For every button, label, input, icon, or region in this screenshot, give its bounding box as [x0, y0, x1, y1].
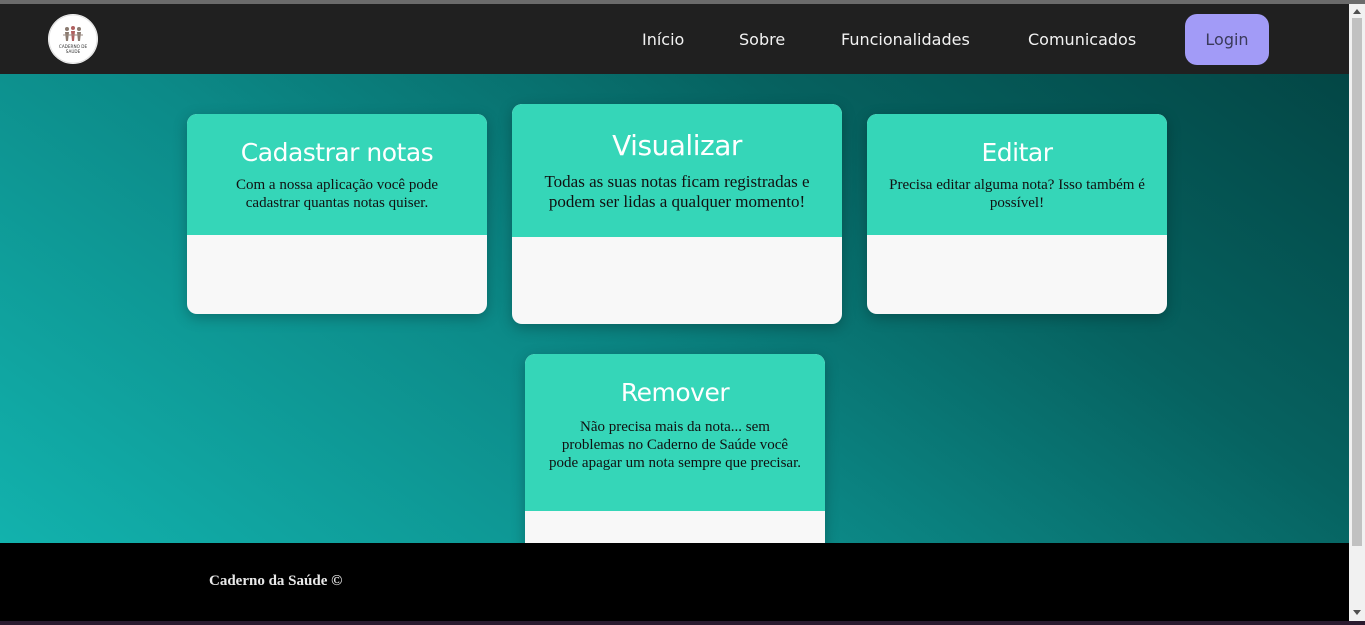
scroll-down-arrow-icon[interactable] [1353, 610, 1361, 615]
card-header: Remover Não precisa mais da nota... sem … [525, 354, 825, 511]
footer-copyright: Caderno da Saúde © [209, 573, 343, 589]
footer: Caderno da Saúde © [0, 543, 1349, 621]
card-title: Visualizar [612, 129, 742, 162]
card-text: Não precisa mais da nota... sem problema… [549, 419, 801, 471]
feature-card-cadastrar: Cadastrar notas Com a nossa aplicação vo… [187, 114, 487, 314]
nav-link-sobre[interactable]: Sobre [739, 29, 785, 51]
card-text: Com a nossa aplicação você pode cadastra… [235, 177, 438, 211]
feature-card-remover: Remover Não precisa mais da nota... sem … [525, 354, 825, 543]
features-section: Cadastrar notas Com a nossa aplicação vo… [0, 74, 1349, 543]
nav-link-comunicados[interactable]: Comunicados [1028, 29, 1136, 51]
main-nav: Início Sobre Funcionalidades Comunicados [0, 4, 1349, 74]
scrollbar-thumb[interactable] [1352, 18, 1362, 546]
login-button[interactable]: Login [1185, 14, 1269, 65]
card-header: Editar Precisa editar alguma nota? Isso … [867, 114, 1167, 235]
window-bottom-border [0, 621, 1365, 625]
nav-link-funcionalidades[interactable]: Funcionalidades [841, 29, 970, 51]
page: CADERNO DE SAÚDE Início Sobre Funcionali… [0, 4, 1349, 621]
card-title: Remover [620, 378, 730, 407]
card-header: Cadastrar notas Com a nossa aplicação vo… [187, 114, 487, 235]
card-text: Todas as suas notas ficam registradas e … [544, 172, 810, 211]
card-text: Precisa editar alguma nota? Isso também … [889, 177, 1145, 211]
card-header: Visualizar Todas as suas notas ficam reg… [512, 104, 842, 237]
card-title: Editar [981, 138, 1053, 167]
page-scrollbar[interactable] [1349, 4, 1365, 621]
feature-card-visualizar: Visualizar Todas as suas notas ficam reg… [512, 104, 842, 324]
navbar: CADERNO DE SAÚDE Início Sobre Funcionali… [0, 4, 1349, 74]
scroll-up-arrow-icon[interactable] [1353, 9, 1361, 14]
card-title: Cadastrar notas [240, 138, 434, 167]
feature-card-editar: Editar Precisa editar alguma nota? Isso … [867, 114, 1167, 314]
nav-link-inicio[interactable]: Início [642, 29, 684, 51]
